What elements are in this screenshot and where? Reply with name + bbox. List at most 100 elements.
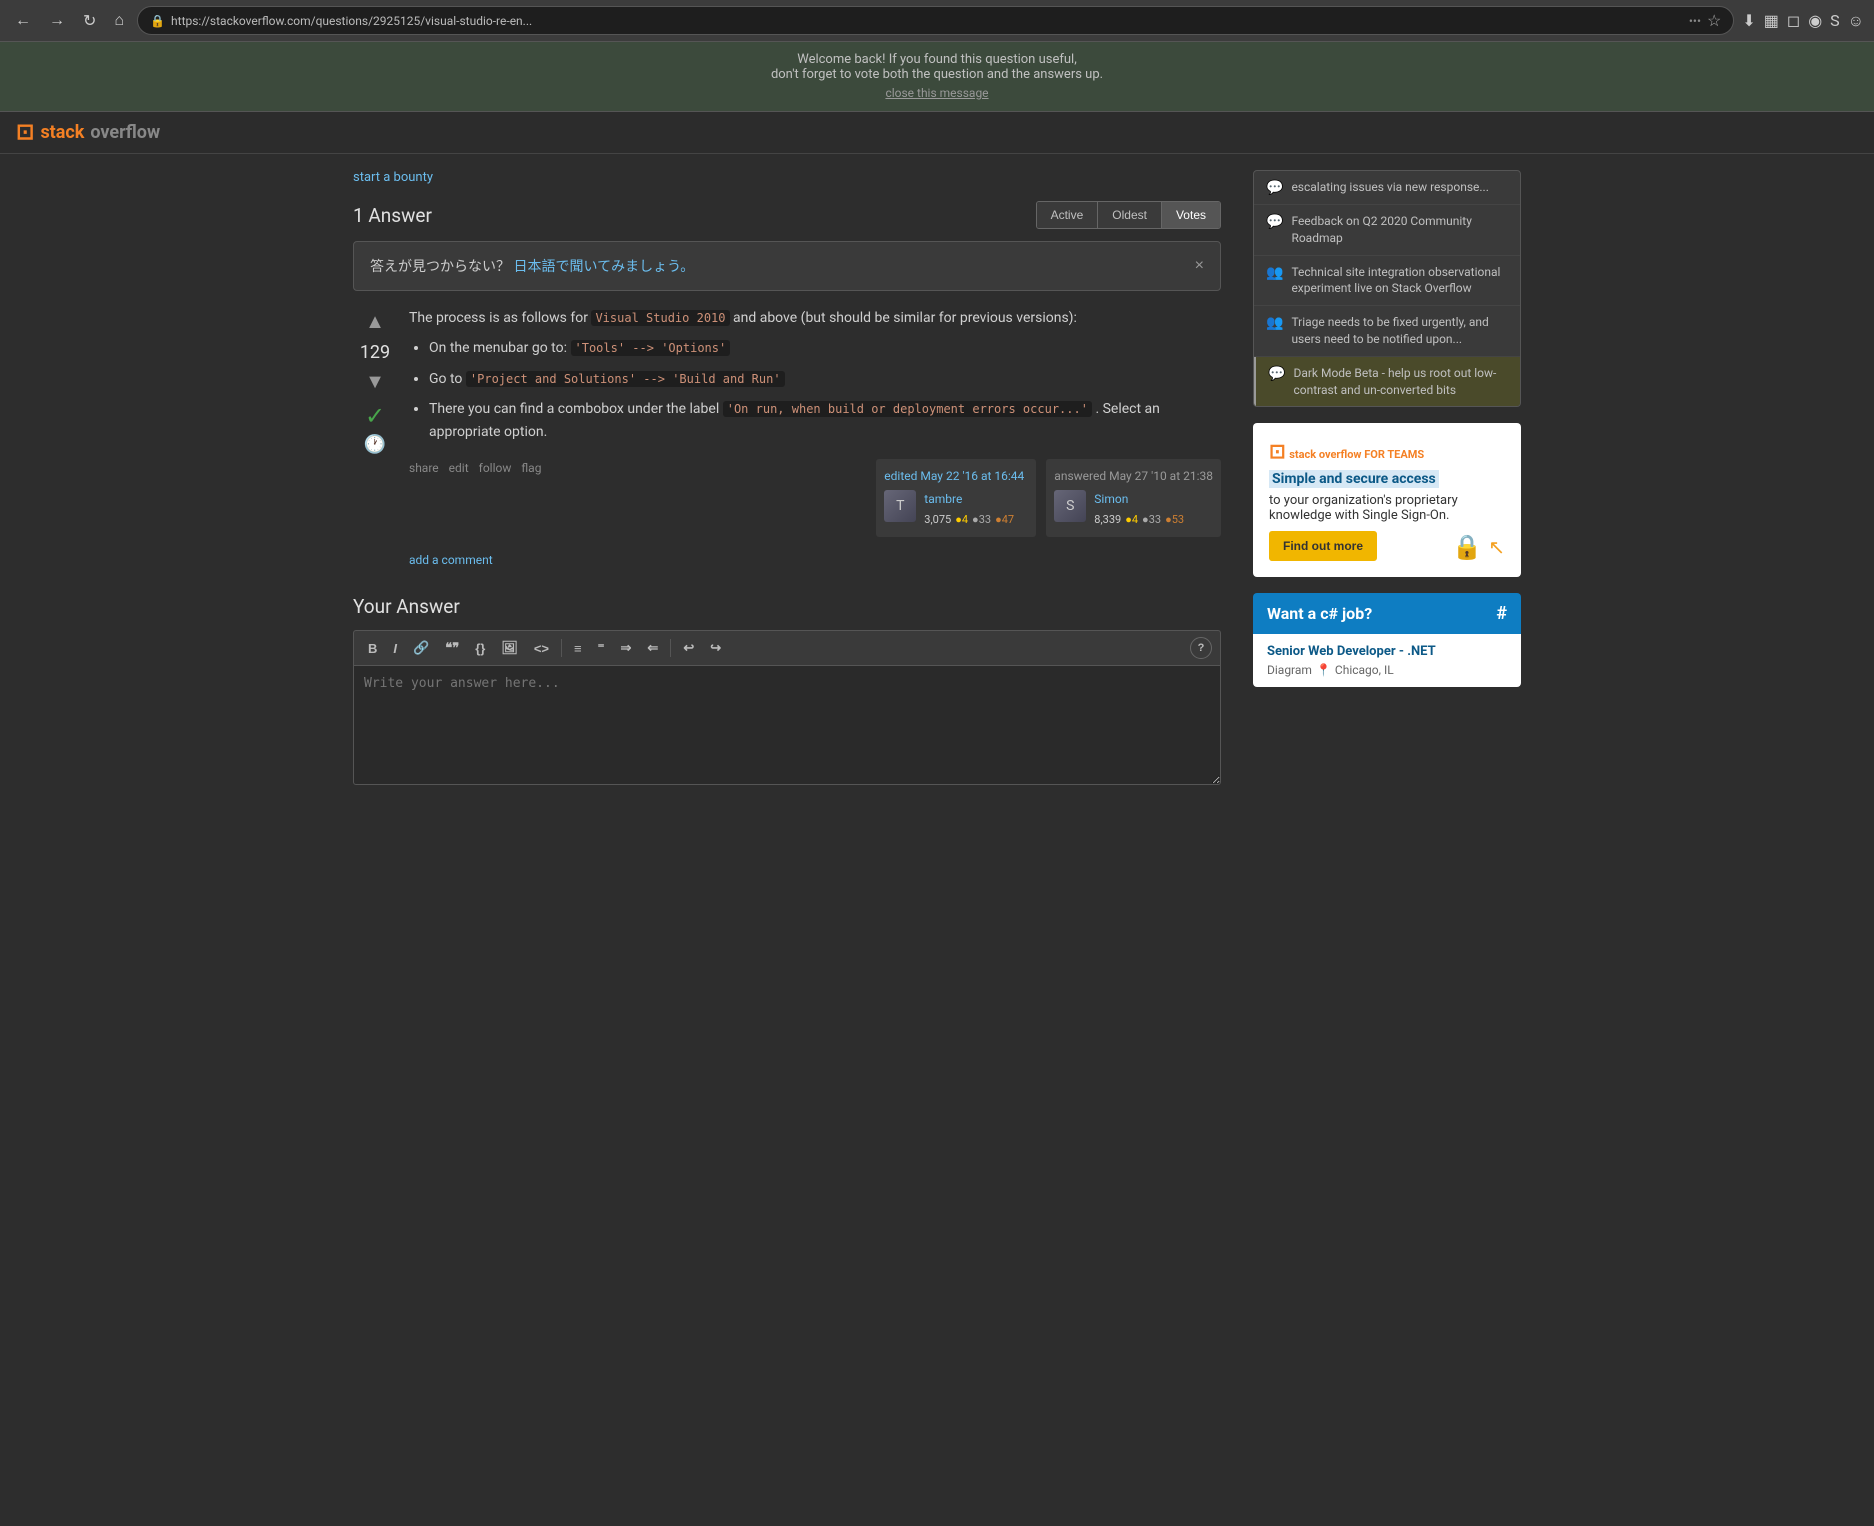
tab-oldest[interactable]: Oldest (1098, 202, 1162, 228)
notification-line1: Welcome back! If you found this question… (10, 52, 1864, 67)
answer-steps: On the menubar go to: 'Tools' --> 'Optio… (429, 337, 1221, 443)
cursor-icon: ↖ (1488, 535, 1505, 559)
toolbar-bold[interactable]: B (362, 638, 383, 659)
answer-body: The process is as follows for Visual Stu… (409, 307, 1221, 571)
url-text: https://stackoverflow.com/questions/2925… (171, 14, 532, 28)
ad-body-text: to your organization's proprietary knowl… (1269, 493, 1505, 523)
darkmode-text: Dark Mode Beta - help us root out low-co… (1293, 365, 1508, 399)
edited-label[interactable]: edited May 22 '16 at 16:44 (884, 469, 1024, 483)
downvote-button[interactable]: ▼ (361, 367, 389, 398)
browser-chrome: ← → ↻ ⌂ 🔒 https://stackoverflow.com/ques… (0, 0, 1874, 42)
notification-bar: Welcome back! If you found this question… (0, 42, 1874, 112)
toolbar-ol[interactable]: ≡ (568, 638, 588, 659)
sidebar-item-feedback-q2[interactable]: 💬 Feedback on Q2 2020 Community Roadmap (1254, 205, 1520, 256)
japanese-banner-close[interactable]: × (1195, 257, 1204, 275)
edit-date: edited May 22 '16 at 16:44 (884, 467, 1028, 486)
answer-meta: share edit follow flag edited May 22 '16… (409, 459, 1221, 537)
step-2: Go to 'Project and Solutions' --> 'Build… (429, 368, 1221, 390)
so-logo: ⊡ stackoverflow (16, 120, 160, 145)
feedback-text: Feedback on Q2 2020 Community Roadmap (1291, 213, 1508, 247)
ad-cta-button[interactable]: Find out more (1269, 531, 1377, 561)
answer-editor[interactable] (353, 665, 1221, 785)
answer-intro-text: The process is as follows for Visual Stu… (409, 307, 1221, 329)
toolbar-image[interactable]: 🖼 (495, 637, 524, 659)
start-bounty-link[interactable]: start a bounty (353, 170, 433, 185)
ad-banner: ⊡ stack overflow FOR TEAMS Simple and se… (1253, 423, 1521, 577)
toolbar-italic[interactable]: I (387, 638, 403, 659)
sidebar-item-triage[interactable]: 👥 Triage needs to be fixed urgently, and… (1254, 306, 1520, 357)
escalating-icon: 💬 (1266, 180, 1283, 196)
answerer-avatar-img: S (1054, 490, 1086, 522)
sidebar-item-darkmode[interactable]: 💬 Dark Mode Beta - help us root out low-… (1254, 357, 1520, 407)
answerer-avatar: S (1054, 490, 1086, 522)
ad-headline: Simple and secure access (1269, 471, 1505, 487)
so-header: ⊡ stackoverflow (0, 112, 1874, 154)
step-1: On the menubar go to: 'Tools' --> 'Optio… (429, 337, 1221, 359)
editor-name[interactable]: tambre (924, 492, 962, 506)
sidebar: 💬 escalating issues via new response... … (1237, 154, 1537, 805)
accepted-checkmark: ✓ (365, 402, 385, 430)
sort-tabs: Active Oldest Votes (1036, 201, 1221, 229)
add-comment-link[interactable]: add a comment (409, 553, 493, 567)
jobs-hash-icon: # (1496, 603, 1507, 624)
your-answer-title: Your Answer (353, 595, 1221, 618)
your-answer-section: Your Answer B I 🔗 ❝❞ {} 🖼 <> ≡ ⁼ ⇒ ⇐ ↩ ↪… (353, 595, 1221, 789)
answerer-card: answered May 27 '10 at 21:38 S Simon 8,3… (1046, 459, 1221, 537)
answers-title: 1 Answer (353, 204, 432, 227)
upvote-button[interactable]: ▲ (361, 307, 389, 338)
code-vs2010: Visual Studio 2010 (591, 310, 729, 326)
toolbar-redo[interactable]: ↪ (704, 637, 727, 659)
toolbar-quote[interactable]: ❝❞ (439, 637, 465, 659)
toolbar-code[interactable]: {} (469, 638, 491, 659)
edit-link[interactable]: edit (449, 459, 469, 478)
history-button[interactable]: 🕐 (364, 434, 386, 455)
nav-forward-button[interactable]: → (44, 10, 70, 32)
toolbar-divider-1 (561, 639, 562, 657)
toolbar-link[interactable]: 🔗 (407, 637, 435, 659)
triage-icon: 👥 (1266, 315, 1283, 331)
sidebar-item-technical[interactable]: 👥 Technical site integration observation… (1254, 256, 1520, 307)
browser-icons: ⬇▦◻◉S☺ (1742, 11, 1864, 31)
editor-toolbar: B I 🔗 ❝❞ {} 🖼 <> ≡ ⁼ ⇒ ⇐ ↩ ↪ ? (353, 630, 1221, 665)
japanese-link[interactable]: 日本語で聞いてみましょう。 (513, 259, 694, 275)
share-link[interactable]: share (409, 459, 439, 478)
toolbar-outdent[interactable]: ⇐ (641, 637, 664, 659)
nav-refresh-button[interactable]: ↻ (78, 9, 101, 33)
sidebar-item-escalating[interactable]: 💬 escalating issues via new response... (1254, 171, 1520, 205)
close-notification-button[interactable]: close this message (885, 86, 988, 100)
answer-block: ▲ 129 ▼ ✓ 🕐 The process is as follows fo… (353, 307, 1221, 571)
user-cards: edited May 22 '16 at 16:44 T tambre 3,07… (876, 459, 1221, 537)
nav-back-button[interactable]: ← (10, 10, 36, 32)
tab-votes[interactable]: Votes (1162, 202, 1220, 228)
flag-link[interactable]: flag (521, 459, 541, 478)
editor-avatar: T (884, 490, 916, 522)
toolbar-ul[interactable]: ⁼ (592, 637, 611, 659)
toolbar-indent[interactable]: ⇒ (615, 637, 638, 659)
triage-text: Triage needs to be fixed urgently, and u… (1291, 314, 1508, 348)
toolbar-help[interactable]: ? (1190, 637, 1212, 659)
tab-active[interactable]: Active (1037, 202, 1099, 228)
feedback-icon: 💬 (1266, 214, 1283, 230)
job-item[interactable]: Senior Web Developer - .NET Diagram 📍 Ch… (1253, 634, 1521, 687)
follow-link[interactable]: follow (479, 459, 512, 478)
lock-icon: 🔒 (1452, 533, 1482, 561)
editor-avatar-img: T (884, 490, 916, 522)
step2-code: 'Project and Solutions' --> 'Build and R… (466, 371, 785, 387)
step1-code: 'Tools' --> 'Options' (571, 340, 731, 356)
nav-home-button[interactable]: ⌂ (109, 10, 129, 32)
editor-gold-badge: ●4 (955, 511, 968, 529)
ad-icons: 🔒 ↖ (1452, 533, 1505, 561)
ad-cta-row: Find out more 🔒 ↖ (1269, 531, 1505, 561)
technical-icon: 👥 (1266, 265, 1283, 281)
toolbar-codeblock[interactable]: <> (528, 638, 555, 659)
jobs-title: Want a c# job? (1267, 604, 1372, 623)
toolbar-undo[interactable]: ↩ (677, 637, 700, 659)
japanese-banner-text: 答えが見つからない？ 日本語で聞いてみましょう。 (370, 256, 694, 276)
toolbar-divider-2 (670, 639, 671, 657)
answer-date: answered May 27 '10 at 21:38 (1054, 467, 1213, 486)
url-bar[interactable]: 🔒 https://stackoverflow.com/questions/29… (137, 6, 1734, 35)
answerer-gold-badge: ●4 (1125, 511, 1138, 529)
editor-bronze-badge: ●47 (995, 511, 1014, 529)
answerer-name[interactable]: Simon (1094, 492, 1128, 506)
jobs-header: Want a c# job? # (1253, 593, 1521, 634)
